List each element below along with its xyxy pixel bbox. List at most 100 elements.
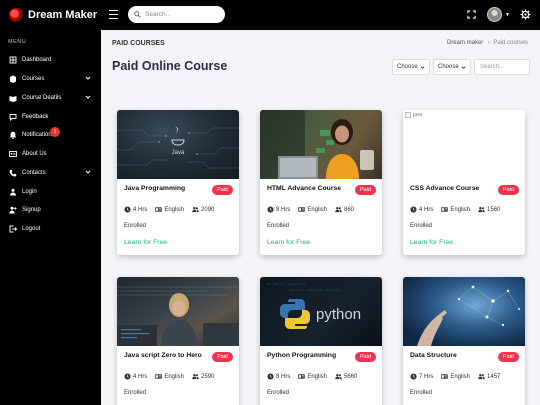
sidebar-item-label: Dashboard bbox=[22, 57, 52, 63]
enrolled-label: Enrolled bbox=[267, 390, 290, 396]
learn-for-free-link[interactable]: Learn for Free bbox=[267, 239, 310, 246]
enrolled-label: Enrolled bbox=[267, 223, 290, 229]
chevron-down-icon bbox=[85, 76, 91, 80]
course-meta: 4 Hrs English 2590 bbox=[124, 373, 220, 380]
sidebar-item-contacts[interactable]: Contacts bbox=[0, 164, 101, 182]
chevron-down-icon bbox=[85, 95, 91, 99]
enrolled-label: Enrolled bbox=[124, 223, 147, 229]
clock-icon bbox=[124, 373, 131, 380]
users-icon bbox=[335, 207, 342, 213]
enrolled-label: Enrolled bbox=[124, 390, 147, 396]
filter-select-2[interactable]: Choose bbox=[433, 59, 471, 75]
logout-icon bbox=[9, 225, 17, 233]
course-title: Python Programming bbox=[267, 352, 337, 359]
course-title: Data Structure bbox=[410, 352, 457, 359]
course-card[interactable]: java CSS Advance Course Paid 4 Hrs Engli… bbox=[403, 110, 525, 255]
grid-icon bbox=[9, 56, 17, 64]
sidebar-item-signup[interactable]: Signup bbox=[0, 201, 101, 219]
sidebar-item-about-us[interactable]: About Us bbox=[0, 145, 101, 163]
breadcrumb: Dream maker › Paid courses bbox=[447, 40, 528, 46]
sidebar-item-login[interactable]: Login bbox=[0, 183, 101, 201]
enrolled-count: 1457 bbox=[487, 373, 501, 380]
section-title: PAID COURSES bbox=[112, 40, 165, 47]
sidebar-item-dashboard[interactable]: Dashboard bbox=[0, 51, 101, 69]
course-card[interactable]: def main(): import sys for i in range(10)… bbox=[260, 277, 382, 405]
chevron-down-icon bbox=[461, 66, 466, 69]
course-card[interactable]: HTML Advance Course Paid 8 Hrs English 8… bbox=[260, 110, 382, 255]
paid-badge: Paid bbox=[211, 185, 233, 195]
language-icon bbox=[298, 374, 306, 379]
learn-for-free-link[interactable]: Learn for Free bbox=[410, 239, 453, 246]
fullscreen-icon[interactable] bbox=[467, 10, 476, 19]
clock-icon bbox=[410, 373, 417, 380]
sidebar-item-label: Contacts bbox=[22, 170, 46, 176]
coding-woman-image bbox=[117, 277, 239, 346]
language-icon bbox=[155, 207, 163, 212]
course-title: HTML Advance Course bbox=[267, 185, 342, 192]
svg-text:Java: Java bbox=[172, 150, 185, 156]
filter-select-1[interactable]: Choose bbox=[392, 59, 430, 75]
gear-icon[interactable] bbox=[520, 9, 531, 20]
phone-icon bbox=[9, 169, 17, 177]
users-icon bbox=[192, 374, 199, 380]
course-meta: 4 Hrs English 2090 bbox=[124, 206, 220, 213]
sidebar-item-label: Notification bbox=[22, 132, 52, 138]
search-input[interactable] bbox=[145, 11, 215, 18]
python-image: def main(): import sys for i in range(10)… bbox=[260, 277, 382, 346]
course-hours: 8 Hrs bbox=[276, 373, 291, 380]
users-icon bbox=[192, 207, 199, 213]
sidebar-item-course-details[interactable]: Course Deatils bbox=[0, 89, 101, 107]
breadcrumb-link[interactable]: Dream maker bbox=[447, 40, 483, 46]
sidebar-item-label: Logout bbox=[22, 226, 41, 232]
users-icon bbox=[478, 207, 485, 213]
book-open-icon bbox=[9, 94, 17, 102]
python-logo-text: python bbox=[316, 306, 361, 323]
sidebar-item-courses[interactable]: Courses bbox=[0, 70, 101, 88]
svg-text:for i in range(10): print(i): for i in range(10): print(i) bbox=[290, 288, 341, 292]
course-title: Java script Zero to Hero bbox=[124, 352, 202, 359]
broken-image: java bbox=[403, 110, 525, 179]
users-icon bbox=[335, 374, 342, 380]
course-language: English bbox=[307, 373, 328, 380]
brand-name: Dream Maker bbox=[28, 9, 98, 21]
hamburger-menu-icon[interactable] bbox=[109, 10, 118, 19]
select-value: Choose bbox=[438, 64, 459, 70]
course-card[interactable]: Java script Zero to Hero Paid 4 Hrs Engl… bbox=[117, 277, 239, 405]
svg-text:def main(): import sys: def main(): import sys bbox=[266, 282, 306, 286]
sidebar-item-feedback[interactable]: Feedback bbox=[0, 108, 101, 126]
chevron-down-icon[interactable]: ▼ bbox=[505, 12, 510, 18]
course-language: English bbox=[450, 373, 471, 380]
course-title: Java Programming bbox=[124, 185, 186, 192]
enrolled-label: Enrolled bbox=[410, 390, 433, 396]
notification-badge: 1 bbox=[50, 127, 60, 137]
user-plus-icon bbox=[9, 206, 17, 214]
woman-laptop-image bbox=[260, 110, 382, 179]
avatar[interactable] bbox=[487, 7, 502, 22]
course-search[interactable] bbox=[474, 59, 530, 75]
sidebar: MENU Dashboard Courses Course Deatils Fe… bbox=[0, 30, 101, 405]
sidebar-item-logout[interactable]: Logout bbox=[0, 220, 101, 238]
enrolled-count: 5660 bbox=[344, 373, 358, 380]
sidebar-item-notification[interactable]: Notification 1 bbox=[0, 126, 101, 144]
learn-for-free-link[interactable]: Learn for Free bbox=[124, 239, 167, 246]
course-card[interactable]: Data Structure Paid 7 Hrs English 1457 E… bbox=[403, 277, 525, 405]
users-icon bbox=[478, 374, 485, 380]
course-hours: 4 Hrs bbox=[419, 206, 434, 213]
top-search[interactable] bbox=[128, 6, 225, 23]
breadcrumb-current: Paid courses bbox=[493, 40, 528, 46]
page-title: Paid Online Course bbox=[112, 59, 228, 73]
course-meta: 8 Hrs English 860 bbox=[267, 206, 360, 213]
book-icon bbox=[9, 75, 17, 83]
course-language: English bbox=[450, 206, 471, 213]
java-image: Java bbox=[117, 110, 239, 179]
chat-icon bbox=[9, 113, 17, 121]
course-search-input[interactable] bbox=[480, 64, 528, 70]
brand[interactable]: Dream Maker bbox=[9, 6, 97, 24]
course-card[interactable]: Java Java Programming Paid 4 Hrs English… bbox=[117, 110, 239, 255]
course-language: English bbox=[307, 206, 328, 213]
course-hours: 8 Hrs bbox=[276, 206, 291, 213]
menu-title: MENU bbox=[8, 39, 27, 45]
search-icon bbox=[134, 11, 141, 18]
course-hours: 4 Hrs bbox=[133, 373, 148, 380]
clock-icon bbox=[410, 206, 417, 213]
